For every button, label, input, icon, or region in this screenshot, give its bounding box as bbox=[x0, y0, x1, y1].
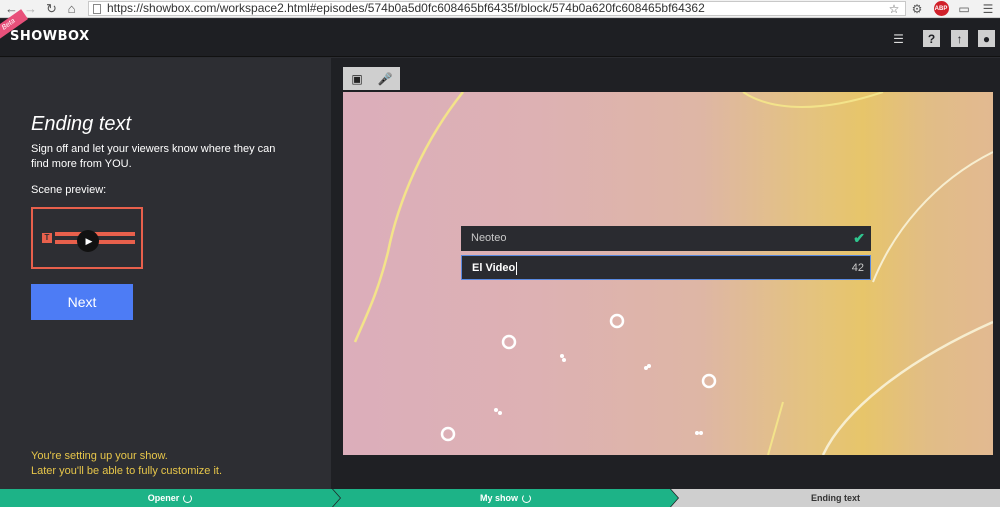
reload-icon[interactable]: ↻ bbox=[43, 0, 60, 17]
app-header: Beta SHOWBOX ☰ ? ↑ ● bbox=[0, 9, 1000, 57]
settings-sliders-icon[interactable]: ☰ bbox=[890, 30, 907, 47]
step-label: Ending text bbox=[811, 493, 860, 503]
page-icon bbox=[93, 4, 101, 14]
help-icon[interactable]: ? bbox=[923, 30, 940, 47]
browser-toolbar: ← → ↻ ⌂ https://showbox.com/workspace2.h… bbox=[0, 0, 1000, 18]
adblock-icon[interactable]: ABP bbox=[933, 1, 949, 16]
refresh-icon bbox=[183, 493, 193, 503]
title-field-value: El Video bbox=[472, 262, 516, 274]
scene-canvas: Neoteo ✔ El Video 42 bbox=[343, 92, 993, 455]
media-toolbar: ▣ 🎤 bbox=[343, 67, 400, 90]
step-label: My show bbox=[479, 493, 518, 503]
setup-note-line1: You're setting up your show. bbox=[31, 450, 168, 462]
setup-note: You're setting up your show. Later you'l… bbox=[31, 449, 222, 479]
image-icon[interactable]: ▣ bbox=[343, 67, 371, 90]
menu-icon[interactable]: ☰ bbox=[980, 1, 996, 16]
editor-area: ▣ 🎤 Neoteo ✔ El Video 42 bbox=[331, 58, 1000, 489]
check-icon: ✔ bbox=[853, 230, 865, 246]
title-field[interactable]: El Video 42 bbox=[461, 255, 871, 280]
step-label: Opener bbox=[147, 493, 180, 503]
step-opener[interactable]: Opener bbox=[0, 489, 340, 507]
scene-preview-label: Scene preview: bbox=[31, 184, 107, 196]
user-avatar-icon[interactable]: ● bbox=[978, 30, 995, 47]
setup-note-line2: Later you'll be able to fully customize … bbox=[31, 465, 223, 477]
char-counter: 42 bbox=[851, 262, 864, 274]
text-caret bbox=[516, 261, 518, 275]
cast-icon[interactable]: ▭ bbox=[957, 1, 971, 16]
progress-steps: Opener My show Ending text bbox=[0, 489, 1000, 507]
microphone-icon[interactable]: 🎤 bbox=[371, 67, 399, 90]
next-button[interactable]: Next bbox=[31, 284, 133, 320]
step-my-show[interactable]: My show bbox=[333, 489, 678, 507]
refresh-icon bbox=[522, 493, 531, 503]
name-field-value: Neoteo bbox=[471, 232, 507, 244]
home-icon[interactable]: ⌂ bbox=[63, 0, 80, 17]
extension-icon[interactable]: ⚙ bbox=[910, 1, 924, 16]
showbox-logo[interactable]: SHOWBOX bbox=[10, 29, 90, 44]
text-icon: T bbox=[42, 233, 52, 243]
scene-setup-panel: Ending text Sign off and let your viewer… bbox=[0, 58, 331, 489]
upload-icon[interactable]: ↑ bbox=[951, 30, 968, 47]
scene-title: Ending text bbox=[31, 113, 132, 135]
address-bar[interactable]: https://showbox.com/workspace2.html#epis… bbox=[88, 1, 906, 16]
url-text: https://showbox.com/workspace2.html#epis… bbox=[107, 1, 705, 15]
step-ending-text[interactable]: Ending text bbox=[671, 489, 1000, 507]
name-field[interactable]: Neoteo ✔ bbox=[461, 226, 871, 251]
star-icon[interactable]: ☆ bbox=[887, 1, 901, 16]
play-icon[interactable]: ▶ bbox=[77, 230, 99, 252]
scene-preview[interactable]: T ▶ bbox=[31, 207, 143, 269]
scene-description: Sign off and let your viewers know where… bbox=[31, 143, 276, 170]
